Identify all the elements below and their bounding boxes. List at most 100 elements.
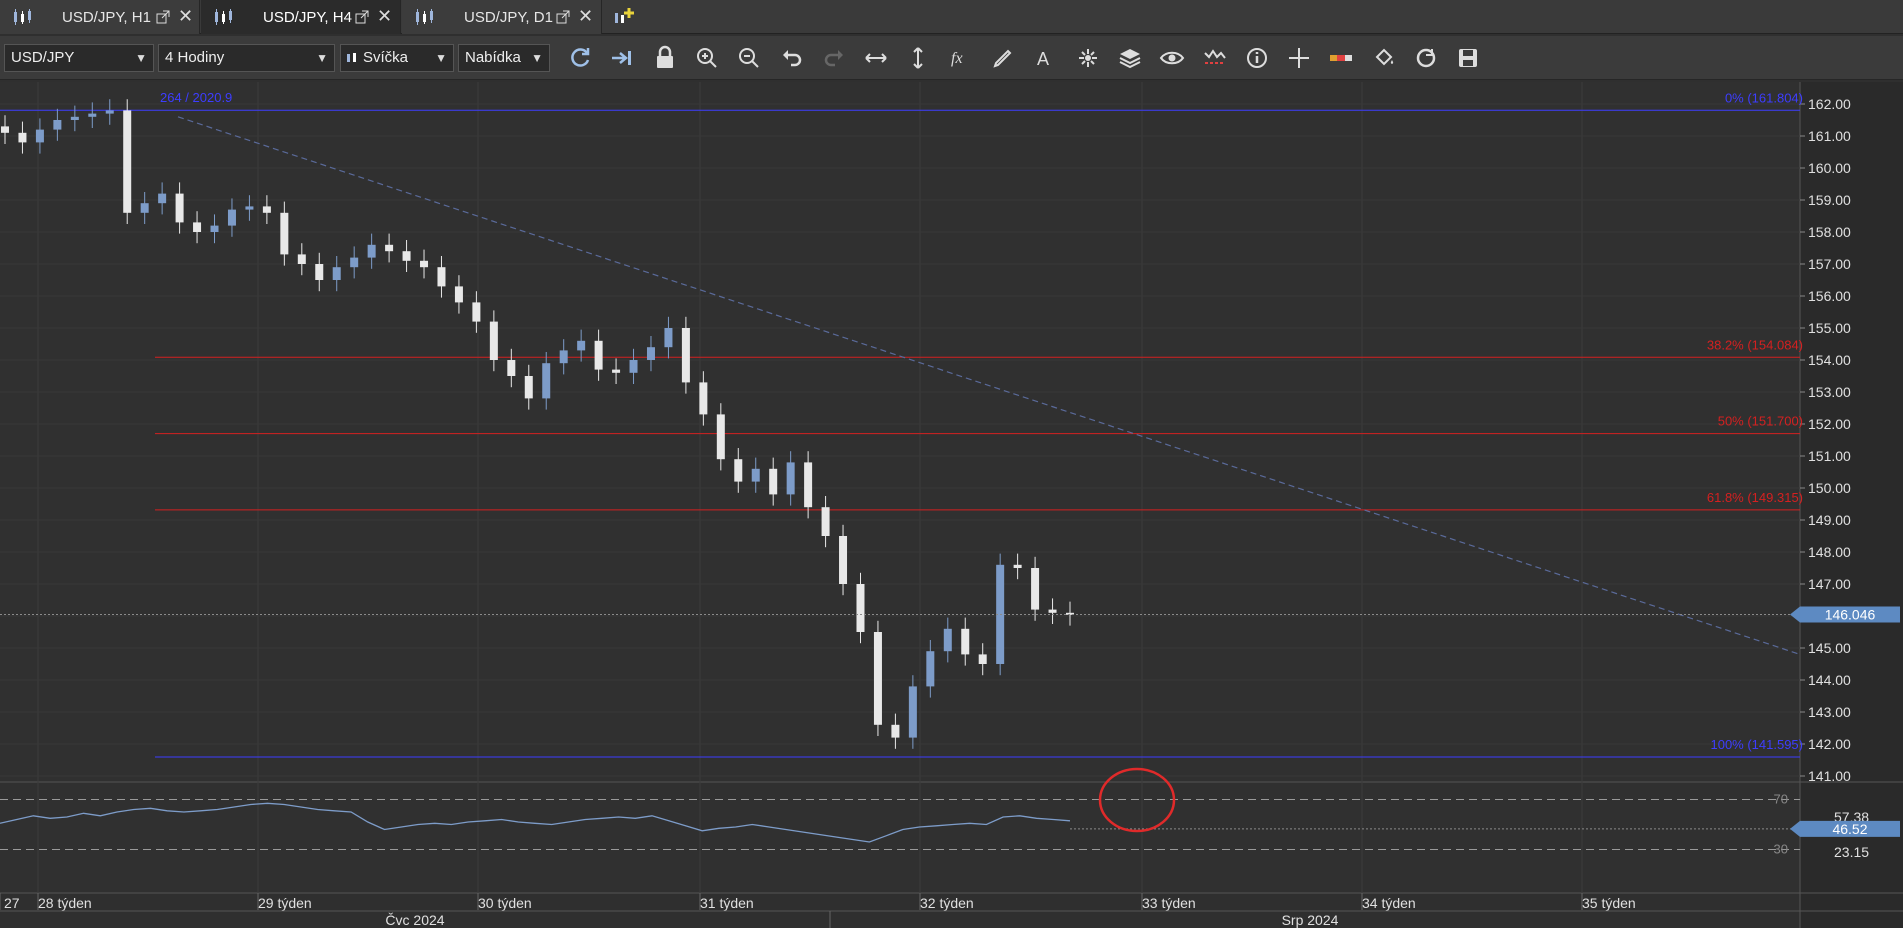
- crosshair-icon[interactable]: [1284, 44, 1314, 72]
- vertical-scale-icon[interactable]: [903, 44, 933, 72]
- price-tick-label: 156.00: [1808, 288, 1851, 304]
- candle-body: [158, 193, 167, 204]
- candlestick-chart-icon: [215, 9, 232, 25]
- draw-pencil-icon[interactable]: [988, 44, 1018, 72]
- redo-icon[interactable]: [819, 44, 849, 72]
- oscillator-current-label: 46.52: [1832, 821, 1867, 837]
- save-icon[interactable]: [1453, 44, 1483, 72]
- alerts-icon[interactable]: [1200, 44, 1230, 72]
- price-tick-label: 154.00: [1808, 352, 1851, 368]
- tab-usdjpy-h1[interactable]: USD/JPY, H1 ✕: [0, 0, 200, 34]
- indicators-icon[interactable]: fx: [946, 44, 976, 72]
- autoscroll-icon[interactable]: [607, 44, 637, 72]
- candle-body: [891, 724, 900, 738]
- tab-usdjpy-d1[interactable]: USD/JPY, D1 ✕: [402, 0, 602, 34]
- oscillator-level-label: 30: [1774, 842, 1788, 857]
- fill-icon[interactable]: [1369, 44, 1399, 72]
- chevron-down-icon: ▼: [531, 51, 543, 65]
- candle-body: [175, 193, 184, 223]
- candle-body: [839, 536, 848, 584]
- candle-body: [542, 363, 551, 399]
- color-theme-icon[interactable]: [1326, 44, 1356, 72]
- chevron-down-icon: ▼: [316, 51, 328, 65]
- month-label: Čvc 2024: [385, 912, 444, 928]
- candle-body: [35, 129, 44, 143]
- candle-body: [961, 628, 970, 655]
- zoom-in-icon[interactable]: [692, 44, 722, 72]
- timeframe-select[interactable]: 4 Hodiny ▼: [158, 44, 335, 72]
- tab-label: USD/JPY, H1: [62, 8, 151, 26]
- tab-label: USD/JPY, D1: [464, 8, 553, 26]
- info-icon[interactable]: [1242, 44, 1272, 72]
- candle-body: [629, 360, 638, 373]
- candle-body: [559, 350, 568, 364]
- candle-body: [978, 654, 987, 664]
- candle-body: [734, 459, 743, 482]
- objects-icon[interactable]: [1073, 44, 1103, 72]
- lock-icon[interactable]: [650, 44, 680, 72]
- refresh-icon[interactable]: [565, 44, 595, 72]
- top-left-label: 264 / 2020.9: [160, 90, 232, 105]
- tab-usdjpy-h4[interactable]: USD/JPY, H4 ✕: [201, 0, 401, 34]
- candle-body: [926, 651, 935, 687]
- candle-body: [1031, 568, 1040, 610]
- candle-body: [908, 686, 917, 738]
- price-tick-label: 160.00: [1808, 160, 1851, 176]
- price-tick-label: 157.00: [1808, 256, 1851, 272]
- chart-area[interactable]: 162.00 161.00 160.00 159.00 158.00 157.00 156.…: [0, 82, 1903, 928]
- layers-icon[interactable]: [1115, 44, 1145, 72]
- candle-body: [646, 347, 655, 360]
- visibility-icon[interactable]: [1157, 44, 1187, 72]
- fib-level-label: 50% (151.700): [1718, 414, 1803, 429]
- candle-body: [804, 462, 813, 508]
- time-axis-label: 33 týden: [1142, 895, 1196, 911]
- close-tab-icon[interactable]: ✕: [377, 7, 392, 25]
- candle-body: [821, 507, 830, 536]
- time-axis-label: 30 týden: [478, 895, 532, 911]
- candle-body: [140, 203, 149, 213]
- symbol-select[interactable]: USD/JPY ▼: [4, 44, 154, 72]
- candle-body: [1048, 609, 1057, 613]
- candle-body: [786, 462, 795, 495]
- price-tick-label: 143.00: [1808, 704, 1851, 720]
- price-panel[interactable]: [0, 82, 1800, 782]
- price-tick-label: 148.00: [1808, 544, 1851, 560]
- reset-icon[interactable]: [1411, 44, 1441, 72]
- oscillator-axis-label: 23.15: [1834, 844, 1869, 860]
- undo-icon[interactable]: [777, 44, 807, 72]
- time-axis-label: 31 týden: [700, 895, 754, 911]
- chevron-down-icon: ▼: [135, 51, 147, 65]
- popout-icon[interactable]: [156, 10, 170, 24]
- time-axis-label: 27: [4, 895, 20, 911]
- candle-body: [53, 120, 62, 130]
- candle-body: [751, 468, 760, 482]
- horizontal-scale-icon[interactable]: [861, 44, 891, 72]
- symbol-value: USD/JPY: [11, 49, 75, 66]
- popout-icon[interactable]: [556, 10, 570, 24]
- close-tab-icon[interactable]: ✕: [178, 7, 193, 25]
- price-tick-label: 147.00: [1808, 576, 1851, 592]
- candle-body: [594, 340, 603, 370]
- text-tool-icon[interactable]: A: [1030, 44, 1060, 72]
- zoom-out-icon[interactable]: [734, 44, 764, 72]
- svg-text:A: A: [1037, 49, 1049, 69]
- price-side-select[interactable]: Nabídka ▼: [458, 44, 550, 72]
- candle-body: [193, 222, 202, 232]
- candle-body: [577, 340, 586, 351]
- close-tab-icon[interactable]: ✕: [578, 7, 593, 25]
- timeframe-value: 4 Hodiny: [165, 49, 225, 66]
- candle-body: [716, 414, 725, 460]
- candle-body: [332, 267, 341, 280]
- time-axis-label: 34 týden: [1362, 895, 1416, 911]
- candle-body: [524, 376, 533, 399]
- current-price-label: 146.046: [1825, 607, 1876, 623]
- price-side-value: Nabídka: [465, 49, 521, 66]
- popout-icon[interactable]: [355, 10, 369, 24]
- price-tick-label: 142.00: [1808, 736, 1851, 752]
- add-tab-icon[interactable]: [612, 5, 636, 29]
- candle-body: [507, 360, 516, 376]
- candle-body: [227, 209, 236, 226]
- candle-body: [88, 113, 97, 117]
- candle-body: [856, 584, 865, 632]
- chart-type-select[interactable]: Svíčka ▼: [340, 44, 454, 72]
